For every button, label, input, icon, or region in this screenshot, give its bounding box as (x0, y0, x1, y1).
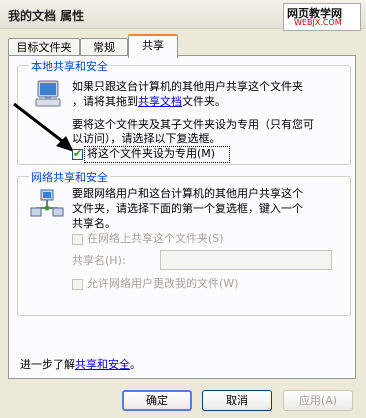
ok-button[interactable]: 确定 (122, 390, 192, 411)
share-on-network-label[interactable]: 在网络上共享这个文件夹(S) (87, 231, 224, 246)
tab-target-folder[interactable]: 目标文件夹 (8, 38, 80, 56)
checkmark-icon: ✔ (73, 147, 83, 160)
share-on-network-checkbox[interactable] (72, 234, 83, 245)
local-sharing-text-2-post: 文件夹。 (182, 95, 226, 108)
network-text-1: 要跟网络用户和这台计算机的其他用户共享这个 (72, 187, 303, 200)
allow-change-checkbox[interactable] (72, 279, 83, 290)
properties-dialog: 我的文档 属性 网页教学网 WEBJX.COM 目标文件夹 常规 共享 本地共享… (0, 0, 366, 418)
network-text-3: 共享名。 (72, 217, 116, 230)
private-text-2: 以访问），请选择以下复选框。 (72, 132, 221, 145)
make-private-checkbox[interactable]: ✔ (72, 147, 83, 160)
network-icon (30, 189, 64, 217)
local-sharing-text-1: 如果只跟这台计算机的其他用户共享这个文件夹 (72, 80, 303, 93)
share-name-label: 共享名(H): (72, 254, 126, 267)
learn-more-pre: 进一步了解 (20, 358, 75, 371)
watermark-logo: 网页教学网 WEBJX.COM (283, 3, 361, 31)
window-title: 我的文档 属性 (8, 9, 85, 23)
local-sharing-text-2: ，请将其拖到共享文档文件夹。 (72, 94, 226, 109)
tab-general[interactable]: 常规 (80, 38, 128, 56)
sharing-security-link[interactable]: 共享和安全 (75, 358, 130, 371)
private-text-1: 要将这个文件夹及其子文件夹设为专用（只有您可 (72, 118, 314, 131)
allow-change-label[interactable]: 允许网络用户更改我的文件(W) (87, 276, 238, 291)
make-private-label[interactable]: 将这个文件夹设为专用(M) (87, 146, 215, 161)
shared-documents-link[interactable]: 共享文档 (138, 95, 182, 108)
share-name-input[interactable] (160, 250, 332, 270)
apply-button[interactable]: 应用(A) (283, 390, 353, 411)
learn-more-text: 进一步了解共享和安全。 (20, 357, 141, 372)
network-text-2: 文件夹，请选择下面的第一个复选框，键入一个 (72, 202, 303, 215)
annotation-arrow-icon (13, 102, 74, 152)
tab-sharing[interactable]: 共享 (128, 34, 178, 58)
network-sharing-legend: 网络共享和安全 (29, 169, 110, 185)
local-sharing-legend: 本地共享和安全 (29, 58, 110, 74)
learn-more-post: 。 (130, 358, 141, 371)
cancel-button[interactable]: 取消 (202, 390, 272, 411)
watermark-sub-text: WEBJX.COM (294, 18, 342, 27)
title-bar[interactable]: 我的文档 属性 网页教学网 WEBJX.COM (0, 0, 366, 31)
local-sharing-text-2-pre: ，请将其拖到 (72, 95, 138, 108)
